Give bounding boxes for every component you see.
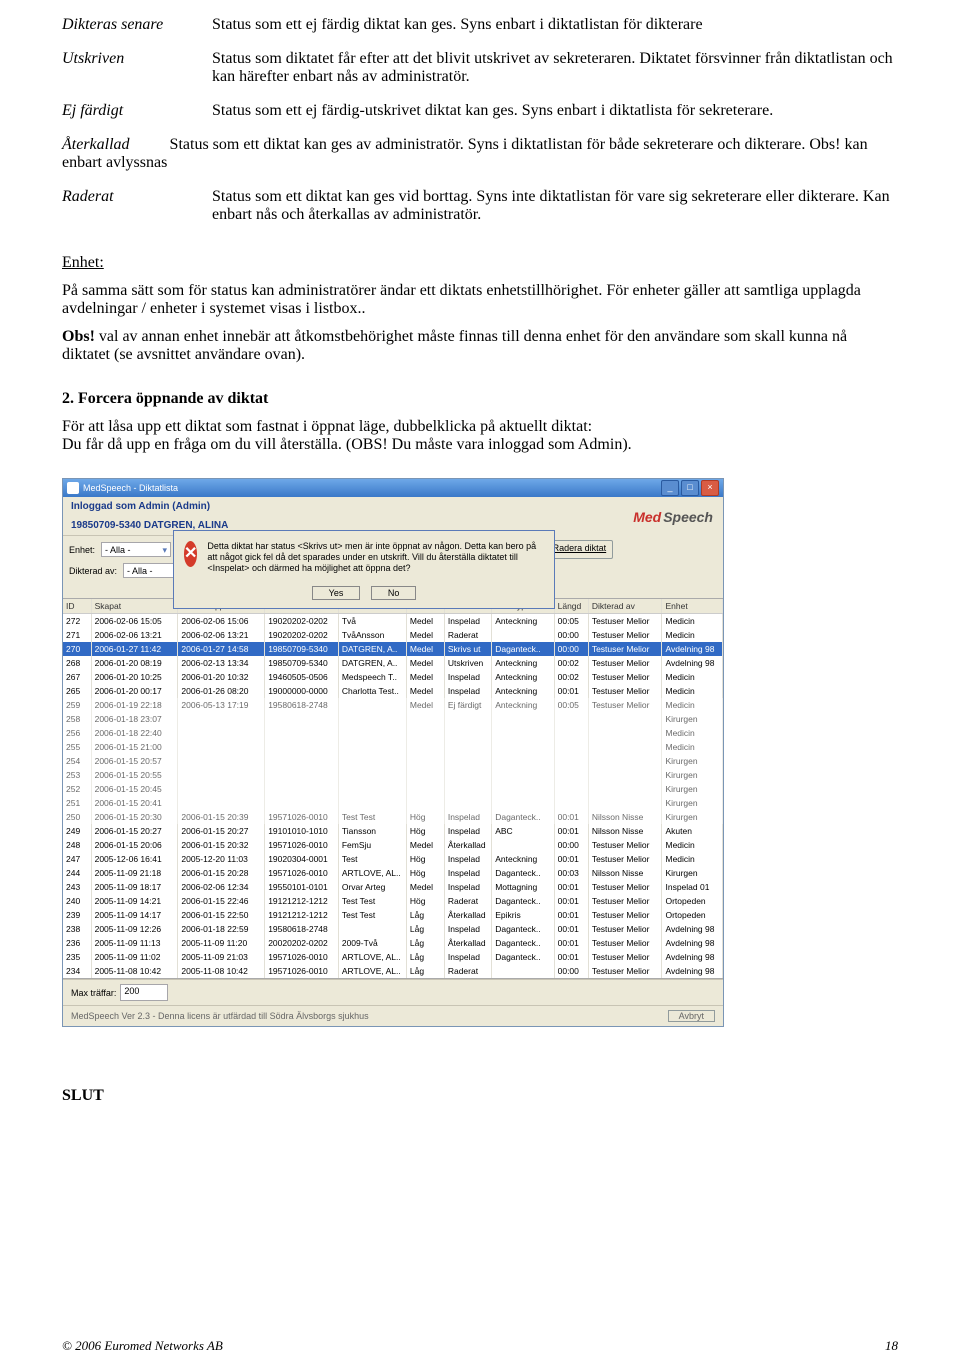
def-raderat: Raderat Status som ett diktat kan ges vi… bbox=[62, 188, 898, 224]
login-info: Inloggad som Admin (Admin) bbox=[63, 497, 236, 516]
brand-speech: Speech bbox=[663, 509, 713, 525]
footer-left: © 2006 Euromed Networks AB bbox=[62, 1338, 223, 1354]
table-row[interactable]: 2722006-02-06 15:052006-02-06 15:0619020… bbox=[63, 614, 723, 628]
enhet-dropdown[interactable]: - Alla - bbox=[101, 542, 171, 557]
statusbar: MedSpeech Ver 2.3 - Denna licens är utfä… bbox=[63, 1005, 723, 1026]
enhet-heading: Enhet: bbox=[62, 254, 898, 272]
forcera-heading: 2. Forcera öppnande av diktat bbox=[62, 390, 898, 408]
table-row[interactable]: 2532006-01-15 20:55Kirurgen bbox=[63, 768, 723, 782]
brand-med: Med bbox=[633, 509, 661, 525]
table-row[interactable]: 2502006-01-15 20:302006-01-15 20:3919571… bbox=[63, 810, 723, 824]
enhet-p1: På samma sätt som för status kan adminis… bbox=[62, 282, 898, 318]
table-row[interactable]: 2552006-01-15 21:00Medicin bbox=[63, 740, 723, 754]
table-row[interactable]: 2362005-11-09 11:132005-11-09 11:2020020… bbox=[63, 936, 723, 950]
grid-header[interactable]: Dikterad av bbox=[589, 599, 663, 613]
footer-right: 18 bbox=[885, 1338, 898, 1354]
table-row[interactable]: 2542006-01-15 20:57Kirurgen bbox=[63, 754, 723, 768]
def-dikteras-senare: Dikteras senare Status som ett ej färdig… bbox=[62, 16, 898, 34]
status-definitions: Dikteras senare Status som ett ej färdig… bbox=[62, 16, 898, 224]
table-row[interactable]: 2562006-01-18 22:40Medicin bbox=[63, 726, 723, 740]
table-row[interactable]: 2392005-11-09 14:172006-01-15 22:5019121… bbox=[63, 908, 723, 922]
table-row[interactable]: 2402005-11-09 14:212006-01-15 22:4619121… bbox=[63, 894, 723, 908]
table-row[interactable]: 2582006-01-18 23:07Kirurgen bbox=[63, 712, 723, 726]
error-icon: ✕ bbox=[184, 541, 197, 567]
table-row[interactable]: 2482006-01-15 20:062006-01-15 20:3219571… bbox=[63, 838, 723, 852]
brand-logo: MedSpeech bbox=[623, 507, 723, 527]
titlebar: MedSpeech - Diktatlista _ □ × bbox=[63, 479, 723, 497]
forcera-p1: För att låsa upp ett diktat som fastnat … bbox=[62, 418, 898, 436]
dialog-text: Detta diktat har status <Skrivs ut> men … bbox=[207, 541, 544, 574]
app-window: MedSpeech - Diktatlista _ □ × Inloggad s… bbox=[62, 478, 724, 1027]
def-label: Dikteras senare bbox=[62, 16, 212, 34]
def-label: Utskriven bbox=[62, 50, 212, 68]
def-ej-fardigt: Ej färdigt Status som ett ej färdig-utsk… bbox=[62, 102, 898, 120]
table-row[interactable]: 2342005-11-08 10:422005-11-08 10:4219571… bbox=[63, 964, 723, 978]
avbryt-button[interactable]: Avbryt bbox=[668, 1010, 715, 1022]
page-footer: © 2006 Euromed Networks AB 18 bbox=[62, 1338, 898, 1354]
minimize-button[interactable]: _ bbox=[661, 480, 679, 496]
def-text: Status som ett ej färdig-utskrivet dikta… bbox=[212, 102, 898, 120]
label-dikterad: Dikterad av: bbox=[69, 566, 117, 576]
table-row[interactable]: 2702006-01-27 11:422006-01-27 14:5819850… bbox=[63, 642, 723, 656]
grid-header[interactable]: ID bbox=[63, 599, 92, 613]
def-label: Återkallad bbox=[62, 136, 130, 153]
table-row[interactable]: 2592006-01-19 22:182006-05-13 17:1919580… bbox=[63, 698, 723, 712]
slut-heading: SLUT bbox=[62, 1087, 898, 1105]
table-row[interactable]: 2432005-11-09 18:172006-02-06 12:3419550… bbox=[63, 880, 723, 894]
table-row[interactable]: 2672006-01-20 10:252006-01-20 10:3219460… bbox=[63, 670, 723, 684]
maximize-button[interactable]: □ bbox=[681, 480, 699, 496]
table-row[interactable]: 2382005-11-09 12:262006-01-18 22:5919580… bbox=[63, 922, 723, 936]
grid-header[interactable]: Längd bbox=[555, 599, 589, 613]
def-label: Raderat bbox=[62, 188, 212, 206]
table-row[interactable]: 2492006-01-15 20:272006-01-15 20:2719101… bbox=[63, 824, 723, 838]
window-title: MedSpeech - Diktatlista bbox=[83, 483, 661, 493]
table-row[interactable]: 2712006-02-06 13:212006-02-06 13:2119020… bbox=[63, 628, 723, 642]
def-text: Status som ett ej färdig diktat kan ges.… bbox=[212, 16, 898, 34]
table-row[interactable]: 2682006-01-20 08:192006-02-13 13:3419850… bbox=[63, 656, 723, 670]
enhet-p2-bold: Obs! bbox=[62, 328, 95, 345]
def-text: Status som ett diktat kan ges vid bortta… bbox=[212, 188, 898, 224]
close-button[interactable]: × bbox=[701, 480, 719, 496]
table-row[interactable]: 2472005-12-06 16:412005-12-20 11:0319020… bbox=[63, 852, 723, 866]
table-row[interactable]: 2512006-01-15 20:41Kirurgen bbox=[63, 796, 723, 810]
app-icon bbox=[67, 482, 79, 494]
forcera-p2: Du får då upp en fråga om du vill återst… bbox=[62, 436, 898, 454]
max-label: Max träffar: bbox=[71, 988, 116, 998]
license-text: MedSpeech Ver 2.3 - Denna licens är utfä… bbox=[71, 1011, 369, 1021]
def-text: Status som ett diktat kan ges av adminis… bbox=[62, 136, 868, 171]
def-utskriven: Utskriven Status som diktatet får efter … bbox=[62, 50, 898, 86]
dialog-no-button[interactable]: No bbox=[371, 586, 417, 600]
radera-diktat-button[interactable]: Radera diktat bbox=[546, 540, 614, 559]
grid-header[interactable]: Enhet bbox=[662, 599, 723, 613]
def-aterkallad: Återkallad Status som ett diktat kan ges… bbox=[62, 136, 898, 172]
table-row[interactable]: 2652006-01-20 00:172006-01-26 08:2019000… bbox=[63, 684, 723, 698]
def-label: Ej färdigt bbox=[62, 102, 212, 120]
table-row[interactable]: 2522006-01-15 20:45Kirurgen bbox=[63, 782, 723, 796]
def-text: Status som diktatet får efter att det bl… bbox=[212, 50, 898, 86]
label-enhet: Enhet: bbox=[69, 545, 95, 555]
enhet-p2: Obs! val av annan enhet innebär att åtko… bbox=[62, 328, 898, 364]
dialog-yes-button[interactable]: Yes bbox=[312, 586, 361, 600]
diktat-grid[interactable]: IDSkapatSenast öppnatPersonnummerNamnPri… bbox=[63, 598, 723, 979]
max-field[interactable]: 200 bbox=[120, 984, 168, 1001]
table-row[interactable]: 2442005-11-09 21:182006-01-15 20:2819571… bbox=[63, 866, 723, 880]
table-row[interactable]: 2352005-11-09 11:022005-11-09 21:0319571… bbox=[63, 950, 723, 964]
max-traffar-row: Max träffar: 200 bbox=[63, 979, 723, 1005]
confirm-dialog: ✕ Detta diktat har status <Skrivs ut> me… bbox=[173, 530, 555, 609]
grid-header[interactable]: Skapat bbox=[92, 599, 179, 613]
enhet-p2-rest: val av annan enhet innebär att åtkomstbe… bbox=[62, 328, 847, 363]
